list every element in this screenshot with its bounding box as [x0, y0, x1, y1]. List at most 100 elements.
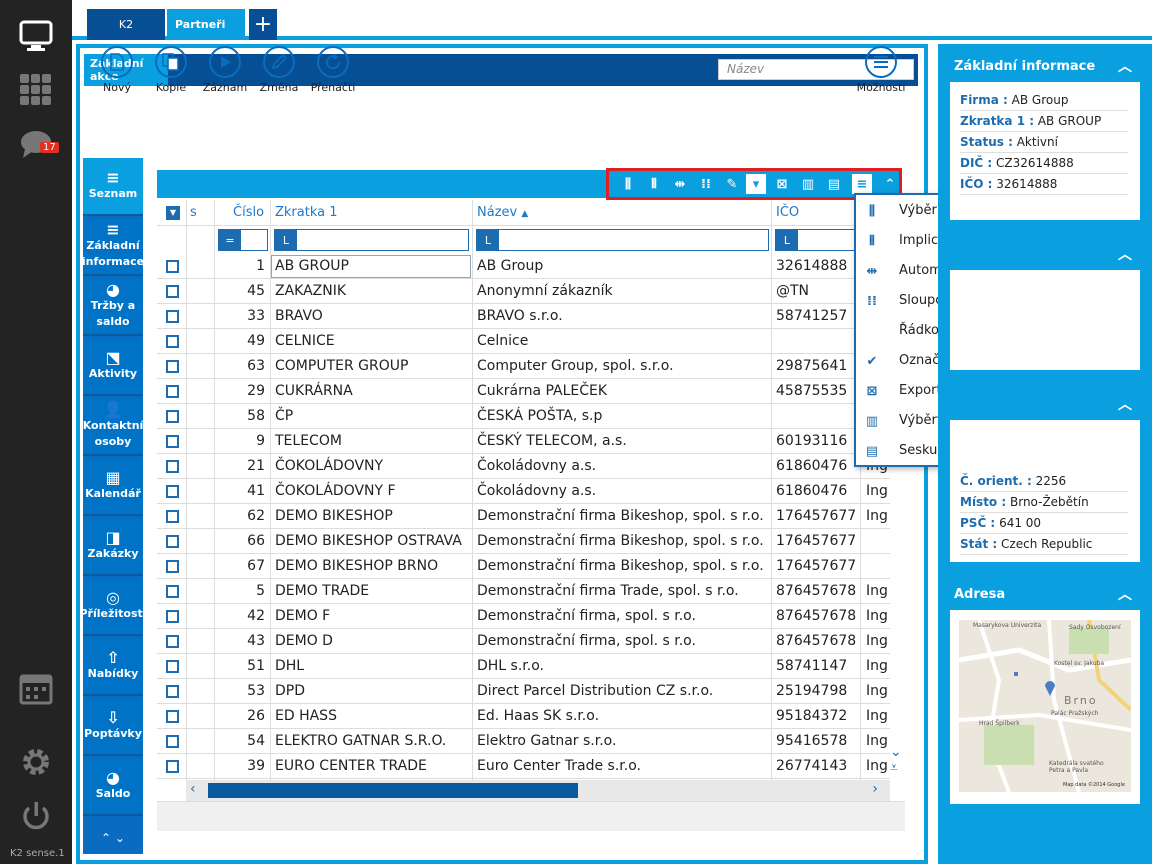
- table-row[interactable]: 66 DEMO BIKESHOP OSTRAVA Demonstrační firm…: [157, 529, 890, 554]
- edit-button[interactable]: Změna: [252, 46, 306, 94]
- cell-cislo[interactable]: 49: [217, 329, 265, 354]
- table-row[interactable]: 62 DEMO BIKESHOP Demonstrační firma Bikesh…: [157, 504, 890, 529]
- row-checkbox[interactable]: [166, 585, 179, 598]
- row-checkbox[interactable]: [166, 610, 179, 623]
- cell-cislo[interactable]: 45: [217, 279, 265, 304]
- table-row[interactable]: 9 TELECOM ČESKÝ TELECOM, a.s. 60193116: [157, 429, 890, 454]
- cell-cislo[interactable]: 42: [217, 604, 265, 629]
- add-tab-button[interactable]: +: [249, 9, 277, 40]
- cell-zkratka[interactable]: EURO CENTER TRADE: [275, 754, 470, 779]
- row-checkbox[interactable]: [166, 460, 179, 473]
- cell-nazev[interactable]: Direct Parcel Distribution CZ s.r.o.: [477, 679, 767, 704]
- group-icon[interactable]: ▤: [824, 174, 844, 194]
- cell-zkratka[interactable]: ED HASS: [275, 704, 470, 729]
- nav-item-6[interactable]: ▦ Kalendář: [83, 458, 143, 516]
- collapse-chevron-icon[interactable]: ⌃: [880, 174, 900, 194]
- cell-zkratka[interactable]: CELNICE: [275, 329, 470, 354]
- table-row[interactable]: 39 EURO CENTER TRADE Euro Center Trade s.r…: [157, 754, 890, 779]
- column-select-icon[interactable]: ⫼: [618, 174, 638, 194]
- cell-ico[interactable]: [776, 404, 861, 429]
- chevron-up-icon[interactable]: ︿: [1118, 390, 1132, 420]
- row-checkbox[interactable]: [166, 660, 179, 673]
- autowidth-icon[interactable]: ⇹: [670, 174, 690, 194]
- cell-nazev[interactable]: Cukrárna PALEČEK: [477, 379, 767, 404]
- cell-nazev[interactable]: AB Group: [477, 254, 767, 279]
- selection-icon[interactable]: ▥: [798, 174, 818, 194]
- scroll-left-icon[interactable]: ‹: [190, 781, 196, 797]
- map-panel-header[interactable]: Adresa ︿: [950, 580, 1140, 610]
- row-checkbox[interactable]: [166, 735, 179, 748]
- cell-zkratka[interactable]: ČOKOLÁDOVNY: [275, 454, 470, 479]
- nav-item-4[interactable]: ⬔ Aktivity: [83, 338, 143, 396]
- chat-icon[interactable]: 17: [0, 126, 72, 162]
- nav-item-8[interactable]: ◎ Příležitosti: [79, 578, 147, 636]
- cell-nazev[interactable]: Anonymní zákazník: [477, 279, 767, 304]
- record-button[interactable]: Záznam: [198, 46, 252, 94]
- nav-item-3[interactable]: ◕ Tržby a saldo: [83, 278, 143, 336]
- mark-records-icon[interactable]: ▾: [746, 174, 766, 194]
- cell-zkratka[interactable]: DHL: [275, 654, 470, 679]
- cell-cislo[interactable]: 66: [217, 529, 265, 554]
- cell-cislo[interactable]: 41: [217, 479, 265, 504]
- cell-nazev[interactable]: Demonstrační firma Trade, spol. s r.o.: [477, 579, 767, 604]
- cell-extra[interactable]: [866, 529, 890, 554]
- power-icon[interactable]: [0, 796, 72, 836]
- cell-cislo[interactable]: 29: [217, 379, 265, 404]
- table-row[interactable]: 26 ED HASS Ed. Haas SK s.r.o. 95184372 Ing: [157, 704, 890, 729]
- cell-extra[interactable]: Ing: [866, 679, 890, 704]
- new-button[interactable]: Nový: [90, 46, 144, 94]
- chevron-up-icon[interactable]: ︿: [1118, 580, 1132, 610]
- cell-zkratka[interactable]: ELEKTRO GATNAR S.R.O.: [275, 729, 470, 754]
- cell-ico[interactable]: 29875641: [776, 354, 861, 379]
- cell-ico[interactable]: 176457677: [776, 529, 861, 554]
- row-checkbox[interactable]: [166, 635, 179, 648]
- cell-ico[interactable]: 95184372: [776, 704, 861, 729]
- column-header-s[interactable]: s: [190, 200, 197, 226]
- cell-cislo[interactable]: 67: [217, 554, 265, 579]
- nav-item-1[interactable]: ≡ Seznam: [83, 158, 143, 216]
- row-checkbox[interactable]: [166, 335, 179, 348]
- cell-extra[interactable]: Ing: [866, 479, 890, 504]
- info-panel-header[interactable]: Základní informace ︿: [950, 52, 1140, 82]
- table-row[interactable]: 53 DPD Direct Parcel Distribution CZ s.r.o…: [157, 679, 890, 704]
- cell-nazev[interactable]: Demonstrační firma, spol. s r.o.: [477, 604, 767, 629]
- row-checkbox[interactable]: [166, 385, 179, 398]
- nav-item-11[interactable]: ◕ Saldo: [83, 758, 143, 816]
- cell-nazev[interactable]: Demonstrační firma Bikeshop, spol. s r.o…: [477, 529, 767, 554]
- cell-ico[interactable]: 58741257: [776, 304, 861, 329]
- cell-ico[interactable]: 32614888: [776, 254, 861, 279]
- cell-zkratka[interactable]: CUKRÁRNA: [275, 379, 470, 404]
- cell-nazev[interactable]: ČESKÁ POŠTA, s.p: [477, 404, 767, 429]
- cell-extra[interactable]: Ing: [866, 754, 890, 779]
- cell-cislo[interactable]: 63: [217, 354, 265, 379]
- table-row[interactable]: 49 CELNICE Celnice: [157, 329, 890, 354]
- cell-ico[interactable]: 45875535: [776, 379, 861, 404]
- map-view[interactable]: Masarykova Univerzita Sady Osvobození Ko…: [959, 620, 1131, 792]
- cell-nazev[interactable]: Demonstrační firma Bikeshop, spol. s r.o…: [477, 554, 767, 579]
- select-all-checkbox[interactable]: ▼: [166, 206, 180, 220]
- cell-cislo[interactable]: 39: [217, 754, 265, 779]
- table-row[interactable]: 58 ČP ČESKÁ POŠTA, s.p: [157, 404, 890, 429]
- options-button[interactable]: Možnosti: [852, 46, 910, 94]
- row-checkbox[interactable]: [166, 310, 179, 323]
- excel-icon[interactable]: ⊠: [772, 174, 792, 194]
- column-header-ico[interactable]: IČO: [776, 200, 799, 226]
- tab-k2[interactable]: K2: [87, 9, 165, 40]
- scrollbar-thumb[interactable]: [208, 783, 578, 798]
- copy-button[interactable]: Kopie: [144, 46, 198, 94]
- nav-scroll-arrows[interactable]: ⌃ ⌄: [83, 826, 143, 850]
- row-checkbox[interactable]: [166, 685, 179, 698]
- table-row[interactable]: 1 AB GROUP AB Group 32614888: [157, 254, 890, 279]
- calendar-icon[interactable]: [0, 668, 72, 708]
- desktop-icon[interactable]: [0, 16, 72, 56]
- table-row[interactable]: 67 DEMO BIKESHOP BRNO Demonstrační firma B…: [157, 554, 890, 579]
- cell-ico[interactable]: 61860476: [776, 454, 861, 479]
- cell-zkratka[interactable]: ČOKOLÁDOVNY F: [275, 479, 470, 504]
- filter-nazev[interactable]: L: [476, 229, 769, 251]
- row-edit-icon[interactable]: ✎: [722, 174, 742, 194]
- tab-partneri[interactable]: Partneři: [167, 9, 245, 40]
- cell-nazev[interactable]: DHL s.r.o.: [477, 654, 767, 679]
- cell-zkratka[interactable]: DEMO BIKESHOP: [275, 504, 470, 529]
- cell-ico[interactable]: 876457678: [776, 629, 861, 654]
- cell-cislo[interactable]: 54: [217, 729, 265, 754]
